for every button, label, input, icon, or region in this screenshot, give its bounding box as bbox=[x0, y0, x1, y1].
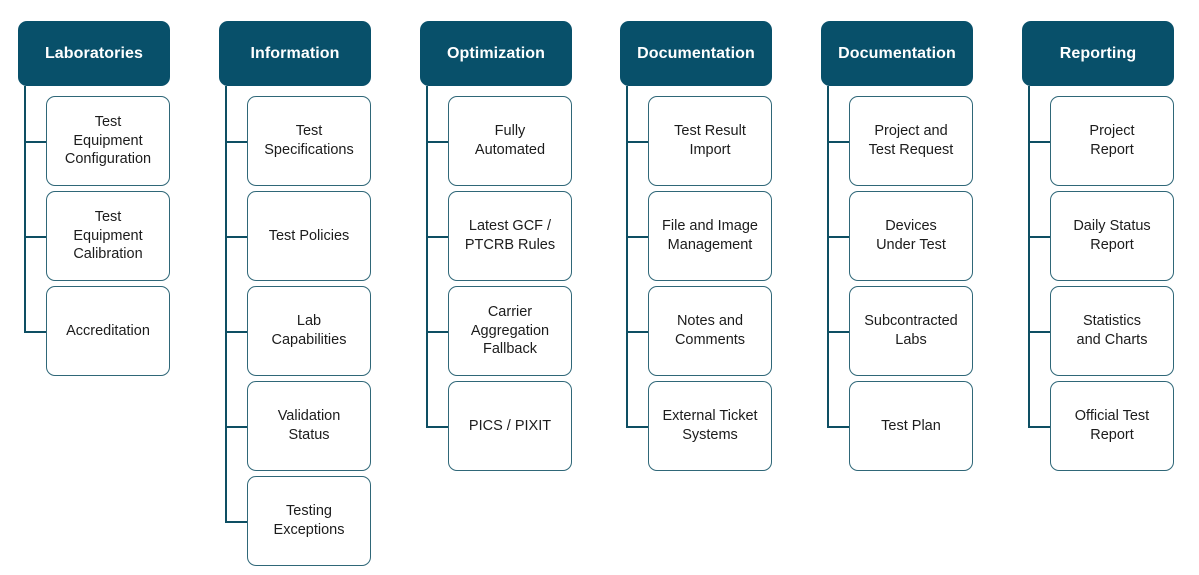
feature-box[interactable]: Lab Capabilities bbox=[247, 286, 371, 376]
feature-box[interactable]: Daily Status Report bbox=[1050, 191, 1174, 281]
tree-column: Documentation Project and Test Request Dev… bbox=[815, 0, 1015, 575]
feature-box[interactable]: Test Specifications bbox=[247, 96, 371, 186]
feature-box-label: Statistics and Charts bbox=[1076, 313, 1148, 348]
feature-box[interactable]: Latest GCF / PTCRB Rules bbox=[448, 191, 572, 281]
feature-box[interactable]: PICS / PIXIT bbox=[448, 381, 572, 471]
feature-box-label: Test Equipment Configuration bbox=[64, 113, 152, 168]
feature-box[interactable]: Testing Exceptions bbox=[247, 476, 371, 566]
column-header-label: Reporting bbox=[1059, 44, 1137, 62]
column-header-label: Optimization bbox=[446, 44, 546, 62]
feature-box-label: Daily Status Report bbox=[1073, 218, 1151, 253]
connector-stub bbox=[1028, 141, 1051, 143]
connector-stub bbox=[24, 141, 47, 143]
feature-box[interactable]: Test Policies bbox=[247, 191, 371, 281]
column-header-2[interactable]: Information bbox=[219, 21, 371, 86]
feature-box-label: Latest GCF / PTCRB Rules bbox=[464, 218, 556, 253]
connector-stub bbox=[24, 331, 47, 333]
feature-tree-diagram: Laboratories Test Equipment Configuration… bbox=[0, 0, 1199, 575]
feature-box-label: Accreditation bbox=[66, 322, 150, 339]
column-header-label: Information bbox=[250, 44, 340, 62]
feature-box-label: Devices Under Test bbox=[876, 218, 946, 253]
connector-stub bbox=[426, 331, 449, 333]
feature-box[interactable]: Subcontracted Labs bbox=[849, 286, 973, 376]
column-trunk-line bbox=[24, 86, 26, 331]
tree-column: Documentation Test Result Import File and … bbox=[614, 0, 814, 575]
feature-box[interactable]: Project Report bbox=[1050, 96, 1174, 186]
connector-stub bbox=[426, 236, 449, 238]
connector-stub bbox=[827, 426, 850, 428]
feature-box-label: Notes and Comments bbox=[674, 313, 746, 348]
column-trunk-line bbox=[225, 86, 227, 521]
feature-box-label: Carrier Aggregation Fallback bbox=[470, 303, 550, 358]
feature-box[interactable]: Devices Under Test bbox=[849, 191, 973, 281]
connector-stub bbox=[426, 141, 449, 143]
tree-column: Optimization Fully Automated Latest GCF / … bbox=[414, 0, 614, 575]
column-header-5[interactable]: Documentation bbox=[821, 21, 973, 86]
connector-stub bbox=[225, 141, 248, 143]
connector-stub bbox=[426, 426, 449, 428]
connector-stub bbox=[626, 236, 649, 238]
feature-box[interactable]: Carrier Aggregation Fallback bbox=[448, 286, 572, 376]
feature-box-label: Testing Exceptions bbox=[273, 503, 345, 538]
connector-stub bbox=[1028, 331, 1051, 333]
connector-stub bbox=[626, 141, 649, 143]
tree-column: Reporting Project Report Daily Status Repo… bbox=[1016, 0, 1199, 575]
connector-stub bbox=[827, 141, 850, 143]
column-header-6[interactable]: Reporting bbox=[1022, 21, 1174, 86]
connector-stub bbox=[626, 426, 649, 428]
feature-box-label: Test Specifications bbox=[264, 123, 354, 158]
feature-box[interactable]: Accreditation bbox=[46, 286, 170, 376]
feature-box[interactable]: Official Test Report bbox=[1050, 381, 1174, 471]
feature-box[interactable]: Notes and Comments bbox=[648, 286, 772, 376]
connector-stub bbox=[1028, 426, 1051, 428]
feature-box-label: Validation Status bbox=[277, 408, 341, 443]
column-trunk-line bbox=[827, 86, 829, 426]
tree-column: Laboratories Test Equipment Configuration… bbox=[12, 0, 212, 575]
feature-box[interactable]: Statistics and Charts bbox=[1050, 286, 1174, 376]
feature-box-label: Project and Test Request bbox=[868, 123, 954, 158]
feature-box-label: Test Equipment Calibration bbox=[73, 208, 143, 263]
feature-box[interactable]: Test Equipment Configuration bbox=[46, 96, 170, 186]
connector-stub bbox=[827, 236, 850, 238]
column-header-label: Documentation bbox=[637, 44, 755, 62]
feature-box[interactable]: File and Image Management bbox=[648, 191, 772, 281]
tree-column: Information Test Specifications Test Polic… bbox=[213, 0, 413, 575]
feature-box-label: Test Result Import bbox=[674, 123, 746, 158]
feature-box-label: File and Image Management bbox=[662, 218, 758, 253]
connector-stub bbox=[225, 426, 248, 428]
feature-box-label: Lab Capabilities bbox=[271, 313, 347, 348]
feature-box-label: Fully Automated bbox=[474, 123, 546, 158]
column-header-label: Documentation bbox=[838, 44, 956, 62]
feature-box[interactable]: Project and Test Request bbox=[849, 96, 973, 186]
feature-box[interactable]: Fully Automated bbox=[448, 96, 572, 186]
connector-stub bbox=[1028, 236, 1051, 238]
connector-stub bbox=[225, 236, 248, 238]
connector-stub bbox=[225, 331, 248, 333]
feature-box[interactable]: External Ticket Systems bbox=[648, 381, 772, 471]
column-header-label: Laboratories bbox=[44, 44, 144, 62]
column-header-4[interactable]: Documentation bbox=[620, 21, 772, 86]
column-trunk-line bbox=[626, 86, 628, 426]
column-header-1[interactable]: Laboratories bbox=[18, 21, 170, 86]
feature-box-label: Test Plan bbox=[881, 417, 941, 434]
column-trunk-line bbox=[1028, 86, 1030, 426]
feature-box-label: Official Test Report bbox=[1074, 408, 1150, 443]
feature-box-label: Test Policies bbox=[268, 227, 350, 244]
feature-box-label: External Ticket Systems bbox=[662, 408, 758, 443]
column-header-3[interactable]: Optimization bbox=[420, 21, 572, 86]
feature-box[interactable]: Test Result Import bbox=[648, 96, 772, 186]
feature-box[interactable]: Test Equipment Calibration bbox=[46, 191, 170, 281]
connector-stub bbox=[24, 236, 47, 238]
feature-box-label: PICS / PIXIT bbox=[468, 417, 552, 434]
feature-box-label: Subcontracted Labs bbox=[864, 313, 958, 348]
feature-box[interactable]: Validation Status bbox=[247, 381, 371, 471]
connector-stub bbox=[827, 331, 850, 333]
column-trunk-line bbox=[426, 86, 428, 426]
feature-box-label: Project Report bbox=[1089, 123, 1135, 158]
connector-stub bbox=[626, 331, 649, 333]
connector-stub bbox=[225, 521, 248, 523]
feature-box[interactable]: Test Plan bbox=[849, 381, 973, 471]
